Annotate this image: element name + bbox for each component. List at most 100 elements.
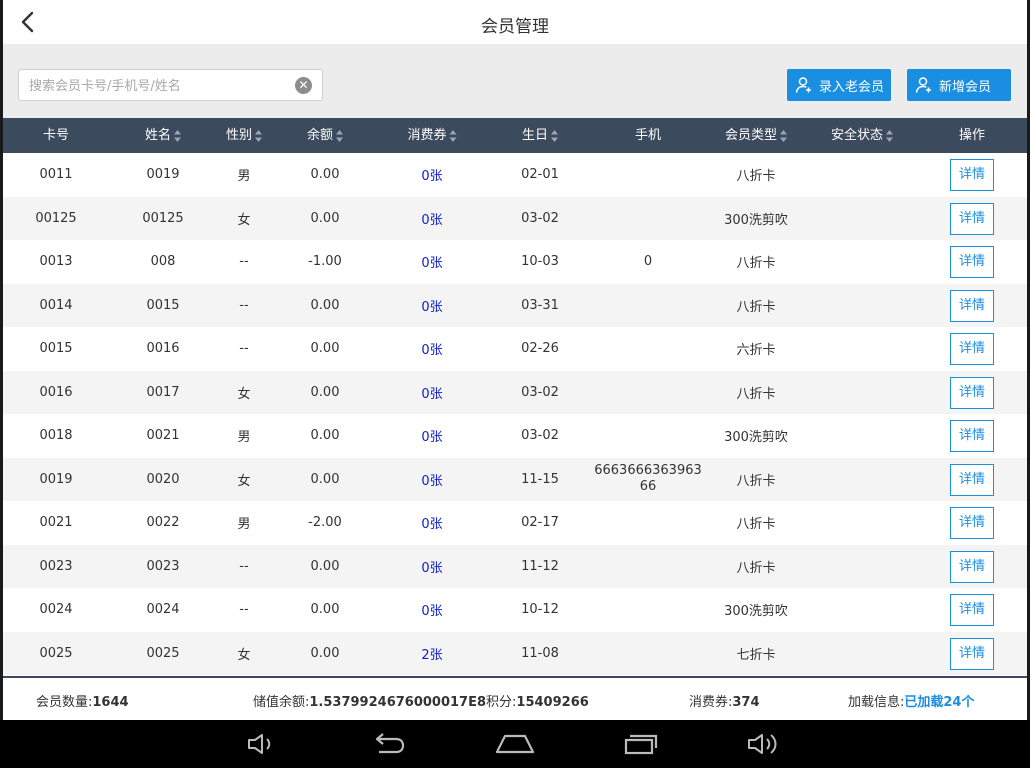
load-info-label: 加载信息: bbox=[848, 695, 905, 710]
cell-type: 六折卡 bbox=[736, 343, 776, 359]
cell-card: 00125 bbox=[35, 210, 77, 226]
header-col-security[interactable]: 安全状态 bbox=[830, 118, 894, 153]
clear-icon[interactable]: ✕ bbox=[295, 77, 312, 94]
cell-phone bbox=[593, 588, 703, 632]
volume-up-icon[interactable] bbox=[745, 731, 781, 757]
cell-phone: 0 bbox=[643, 253, 653, 269]
load-info: 加载信息:已加载24个 bbox=[848, 691, 974, 710]
cell-phone bbox=[593, 284, 703, 328]
stored-balance-value: 1.5379924676000017E8 bbox=[309, 695, 487, 710]
cell-balance: -1.00 bbox=[308, 254, 342, 270]
detail-button[interactable]: 详情 bbox=[950, 594, 994, 626]
header-label: 安全状态 bbox=[830, 128, 884, 143]
cell-birthday: 11-12 bbox=[521, 558, 559, 574]
cell-balance: -2.00 bbox=[308, 515, 342, 531]
cell-type: 300洗剪吹 bbox=[724, 430, 788, 446]
table-row[interactable]: 0021 0022 男 -2.00 0张 02-17 八折卡 详情 bbox=[3, 501, 1027, 545]
search-input[interactable] bbox=[29, 76, 289, 96]
table-row[interactable]: 0014 0015 -- 0.00 0张 03-31 八折卡 详情 bbox=[3, 283, 1027, 328]
cell-gender: -- bbox=[239, 558, 249, 574]
cell-gender: 女 bbox=[237, 386, 251, 402]
home-icon[interactable] bbox=[495, 731, 535, 757]
header-col-gender[interactable]: 性别 bbox=[226, 118, 263, 153]
cell-birthday: 10-12 bbox=[521, 602, 559, 618]
cell-type: 八折卡 bbox=[736, 169, 776, 185]
member-count-value: 1644 bbox=[92, 695, 129, 710]
cell-phone bbox=[593, 153, 703, 197]
header-col-name[interactable]: 姓名 bbox=[144, 118, 182, 153]
nav-back-icon[interactable] bbox=[370, 731, 406, 757]
add-old-member-button[interactable]: 录入老会员 bbox=[787, 69, 891, 101]
sort-icon[interactable] bbox=[174, 129, 182, 142]
table-row[interactable]: 0016 0017 女 0.00 0张 03-02 八折卡 详情 bbox=[3, 370, 1027, 414]
table-row[interactable]: 0019 0020 女 0.00 0张 11-15 666366636396366 八折卡 详情 bbox=[3, 457, 1027, 501]
detail-button[interactable]: 详情 bbox=[950, 202, 994, 235]
add-new-member-button[interactable]: 新增会员 bbox=[907, 69, 1011, 101]
cell-name: 0021 bbox=[146, 428, 180, 444]
cell-balance: 0.00 bbox=[310, 384, 340, 400]
cell-coupon: 0张 bbox=[421, 517, 443, 533]
volume-down-icon[interactable] bbox=[245, 731, 281, 757]
cell-coupon: 0张 bbox=[421, 604, 443, 620]
header-col-type[interactable]: 会员类型 bbox=[724, 118, 788, 153]
table-row[interactable]: 0013 008 -- -1.00 0张 10-03 0 八折卡 详情 bbox=[3, 240, 1027, 284]
search-box: ✕ bbox=[18, 69, 323, 101]
detail-button[interactable]: 详情 bbox=[950, 550, 994, 583]
detail-button[interactable]: 详情 bbox=[950, 289, 994, 322]
cell-coupon: 2张 bbox=[421, 647, 443, 663]
header-col-card: 卡号 bbox=[43, 118, 69, 153]
table-row[interactable]: 0015 0016 -- 0.00 0张 02-26 六折卡 详情 bbox=[3, 327, 1027, 371]
detail-button[interactable]: 详情 bbox=[950, 463, 994, 496]
header-label: 余额 bbox=[306, 128, 334, 143]
header-label: 姓名 bbox=[144, 128, 172, 143]
detail-button[interactable]: 详情 bbox=[950, 159, 994, 191]
cell-card: 0013 bbox=[39, 254, 73, 270]
sort-icon[interactable] bbox=[551, 129, 559, 142]
table-row[interactable]: 0025 0025 女 0.00 2张 11-08 七折卡 详情 bbox=[3, 631, 1027, 675]
cell-type: 300洗剪吹 bbox=[724, 604, 788, 620]
detail-button[interactable]: 详情 bbox=[950, 376, 994, 409]
table-row[interactable]: 0023 0023 -- 0.00 0张 11-12 八折卡 详情 bbox=[3, 544, 1027, 588]
coupon-total-label: 消费券: bbox=[689, 695, 733, 710]
cell-balance: 0.00 bbox=[310, 645, 340, 661]
cell-gender: 男 bbox=[237, 517, 251, 533]
cell-gender: -- bbox=[239, 341, 249, 357]
points-value: 15409266 bbox=[516, 695, 589, 710]
cell-coupon: 0张 bbox=[421, 256, 443, 272]
member-count: 会员数量:1644 bbox=[36, 691, 129, 710]
detail-button[interactable]: 详情 bbox=[950, 507, 994, 539]
cell-type: 八折卡 bbox=[736, 386, 776, 402]
cell-birthday: 02-01 bbox=[521, 167, 559, 183]
cell-balance: 0.00 bbox=[310, 297, 340, 313]
header-col-balance[interactable]: 余额 bbox=[306, 118, 344, 153]
table-row[interactable]: 0011 0019 男 0.00 0张 02-01 八折卡 详情 bbox=[3, 153, 1027, 197]
detail-button[interactable]: 详情 bbox=[950, 333, 994, 365]
sort-icon[interactable] bbox=[780, 129, 788, 142]
header-col-coupon[interactable]: 消费券 bbox=[407, 118, 457, 153]
cell-name: 0024 bbox=[146, 602, 180, 618]
detail-button[interactable]: 详情 bbox=[950, 637, 994, 670]
cell-birthday: 03-02 bbox=[521, 428, 559, 444]
sort-icon[interactable] bbox=[255, 129, 263, 142]
cell-card: 0016 bbox=[39, 384, 73, 400]
table-row[interactable]: 0018 0021 男 0.00 0张 03-02 300洗剪吹 详情 bbox=[3, 414, 1027, 458]
screen-edge-left bbox=[0, 0, 3, 720]
table-row[interactable]: 00125 00125 女 0.00 0张 03-02 300洗剪吹 详情 bbox=[3, 196, 1027, 240]
detail-button[interactable]: 详情 bbox=[950, 420, 994, 452]
header-label: 会员类型 bbox=[724, 128, 778, 143]
recents-icon[interactable] bbox=[622, 731, 658, 757]
detail-button[interactable]: 详情 bbox=[950, 246, 994, 278]
cell-phone: 666366636396366 bbox=[594, 463, 702, 495]
cell-birthday: 03-31 bbox=[521, 297, 559, 313]
sort-icon[interactable] bbox=[449, 129, 457, 142]
cell-type: 八折卡 bbox=[736, 560, 776, 576]
header-col-birthday[interactable]: 生日 bbox=[522, 118, 559, 153]
sort-icon[interactable] bbox=[336, 129, 344, 142]
cell-card: 0011 bbox=[39, 167, 73, 183]
cell-type: 八折卡 bbox=[736, 473, 776, 489]
table-row[interactable]: 0024 0024 -- 0.00 0张 10-12 300洗剪吹 详情 bbox=[3, 588, 1027, 632]
header-col-phone: 手机 bbox=[635, 118, 661, 153]
sort-icon[interactable] bbox=[886, 129, 894, 142]
cell-balance: 0.00 bbox=[310, 602, 340, 618]
load-info-value[interactable]: 已加载24个 bbox=[904, 695, 974, 710]
